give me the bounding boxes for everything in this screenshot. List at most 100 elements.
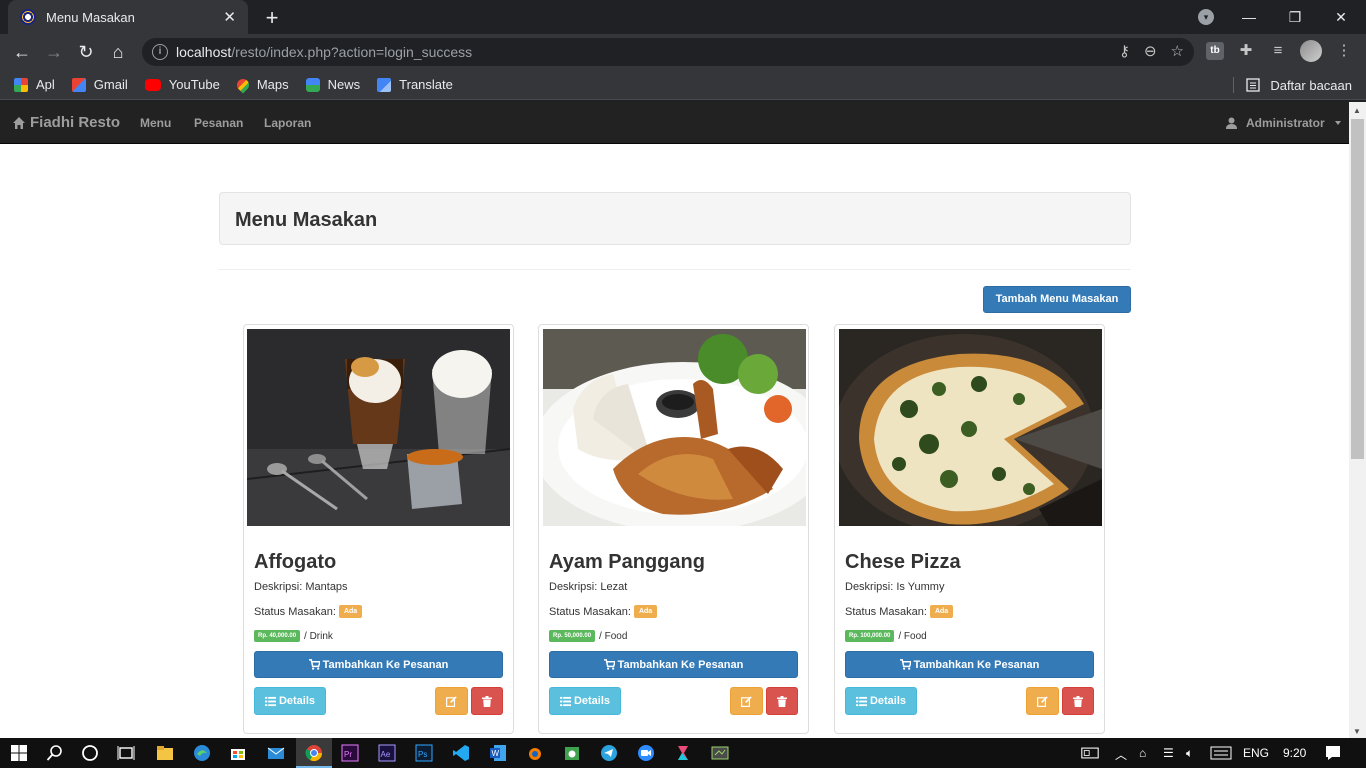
tab-search-icon[interactable]: ▾ <box>1198 9 1214 25</box>
minimize-icon[interactable]: — <box>1226 9 1272 25</box>
media-queue-icon[interactable]: ≡ <box>1268 40 1288 62</box>
zoom-icon[interactable] <box>637 744 655 762</box>
site-info-icon[interactable]: i <box>152 44 168 60</box>
new-tab-button[interactable]: + <box>260 5 284 31</box>
browser-tab[interactable]: Menu Masakan ✕ <box>8 0 248 34</box>
status-badge: Ada <box>338 605 363 618</box>
bookmark-star-icon[interactable]: ☆ <box>1171 42 1184 60</box>
app-icon-1[interactable] <box>526 744 544 762</box>
nav-link-laporan[interactable]: Laporan <box>264 116 311 130</box>
back-icon[interactable]: ← <box>10 40 34 64</box>
nav-link-pesanan[interactable]: Pesanan <box>194 116 243 130</box>
delete-button[interactable] <box>766 687 798 715</box>
add-to-order-button[interactable]: Tambahkan Ke Pesanan <box>845 651 1094 678</box>
bookmark-apl[interactable]: Apl <box>14 77 55 92</box>
word-icon[interactable]: W <box>489 744 507 762</box>
reload-icon[interactable]: ↻ <box>74 40 98 64</box>
list-icon <box>264 696 276 706</box>
page-header-panel: Menu Masakan <box>219 192 1131 245</box>
details-button[interactable]: Details <box>254 687 326 715</box>
tab-close-icon[interactable]: ✕ <box>223 8 236 26</box>
navbar-brand[interactable]: Fiadhi Resto <box>12 114 120 131</box>
premiere-icon[interactable]: Pr <box>341 744 359 762</box>
extension-tb-icon[interactable]: tb <box>1206 42 1224 60</box>
divider <box>219 269 1131 270</box>
menu-description: Deskripsi: Mantaps <box>254 581 348 593</box>
bookmark-maps[interactable]: Maps <box>234 76 289 93</box>
store-icon[interactable] <box>229 744 247 762</box>
app-icon-2[interactable] <box>563 744 581 762</box>
page-scrollbar[interactable]: ▲ ▼ <box>1349 102 1366 738</box>
language-indicator[interactable]: ENG <box>1243 746 1269 760</box>
keyboard-icon[interactable] <box>1210 746 1232 760</box>
address-bar[interactable]: i localhost/resto/index.php?action=login… <box>142 38 1194 66</box>
app-icon-4[interactable] <box>711 744 729 762</box>
menu-photo-affogato <box>247 329 510 526</box>
home-icon[interactable]: ⌂ <box>106 40 130 64</box>
tab-title: Menu Masakan <box>46 9 135 25</box>
zoom-icon[interactable]: ⊖ <box>1144 42 1157 60</box>
trash-icon <box>777 695 787 707</box>
after-effects-icon[interactable]: Ae <box>378 744 396 762</box>
bookmark-youtube[interactable]: YouTube <box>144 77 220 92</box>
add-to-order-button[interactable]: Tambahkan Ke Pesanan <box>549 651 798 678</box>
delete-button[interactable] <box>1062 687 1094 715</box>
url-host: localhost <box>176 44 232 60</box>
windows-start-icon[interactable] <box>10 744 28 762</box>
volume-icon[interactable]: 🔈︎ <box>1186 746 1193 761</box>
search-icon[interactable] <box>46 744 64 762</box>
forward-icon[interactable]: → <box>42 40 66 64</box>
menu-photo-chese-pizza <box>839 329 1102 526</box>
details-button[interactable]: Details <box>549 687 621 715</box>
menu-card: Chese Pizza Deskripsi: Is Yummy Status M… <box>834 324 1105 734</box>
mail-icon[interactable] <box>267 744 285 762</box>
user-icon <box>1226 117 1237 129</box>
chrome-icon[interactable] <box>305 744 323 762</box>
clock[interactable]: 9:20 <box>1283 746 1306 760</box>
add-menu-button[interactable]: Tambah Menu Masakan <box>983 286 1131 313</box>
nav-link-menu[interactable]: Menu <box>140 116 171 130</box>
network-icon[interactable]: ⌂ <box>1139 746 1146 760</box>
add-to-order-button[interactable]: Tambahkan Ke Pesanan <box>254 651 503 678</box>
bookmark-news[interactable]: News <box>305 77 360 92</box>
edit-button[interactable] <box>730 687 763 715</box>
bookmark-translate[interactable]: Translate <box>377 77 453 92</box>
tab-favicon-icon <box>20 9 36 25</box>
edit-button[interactable] <box>435 687 468 715</box>
cortana-icon[interactable] <box>81 744 99 762</box>
list-icon <box>559 696 571 706</box>
menu-status: Status Masakan: Ada <box>549 605 658 618</box>
edge-icon[interactable] <box>193 744 211 762</box>
vscode-icon[interactable] <box>452 744 470 762</box>
key-icon[interactable]: ⚷ <box>1119 42 1130 60</box>
telegram-icon[interactable] <box>600 744 618 762</box>
price-badge: Rp. 100,000.00 <box>845 630 895 642</box>
file-explorer-icon[interactable] <box>156 744 174 762</box>
caret-down-icon <box>1334 121 1341 125</box>
tray-expand-icon[interactable]: ︿ <box>1115 746 1127 763</box>
home-icon <box>13 116 25 129</box>
scroll-down-icon[interactable]: ▼ <box>1353 727 1361 736</box>
chrome-menu-icon[interactable]: ⋮ <box>1334 40 1354 62</box>
task-view-icon[interactable] <box>117 744 135 762</box>
app-icon-3[interactable] <box>674 744 692 762</box>
user-dropdown[interactable]: Administrator <box>1226 116 1341 130</box>
apps-grid-icon <box>14 77 28 92</box>
scrollbar-thumb[interactable] <box>1351 119 1364 459</box>
restore-icon[interactable]: ❐ <box>1272 9 1318 26</box>
profile-avatar[interactable] <box>1300 40 1322 62</box>
bookmark-gmail[interactable]: Gmail <box>71 77 128 92</box>
close-window-icon[interactable]: ✕ <box>1318 9 1364 26</box>
edit-button[interactable] <box>1026 687 1059 715</box>
photoshop-icon[interactable]: Ps <box>415 744 433 762</box>
reading-list-icon <box>1246 78 1260 92</box>
delete-button[interactable] <box>471 687 503 715</box>
scroll-up-icon[interactable]: ▲ <box>1353 106 1361 115</box>
edit-icon <box>1037 695 1048 707</box>
notification-icon[interactable] <box>1324 744 1342 762</box>
details-button[interactable]: Details <box>845 687 917 715</box>
wifi-icon[interactable]: ☰ <box>1163 746 1174 760</box>
reading-list[interactable]: Daftar bacaan <box>1233 77 1352 93</box>
tablet-mode-icon[interactable] <box>1081 744 1099 762</box>
extensions-puzzle-icon[interactable]: ✚ <box>1236 40 1256 62</box>
